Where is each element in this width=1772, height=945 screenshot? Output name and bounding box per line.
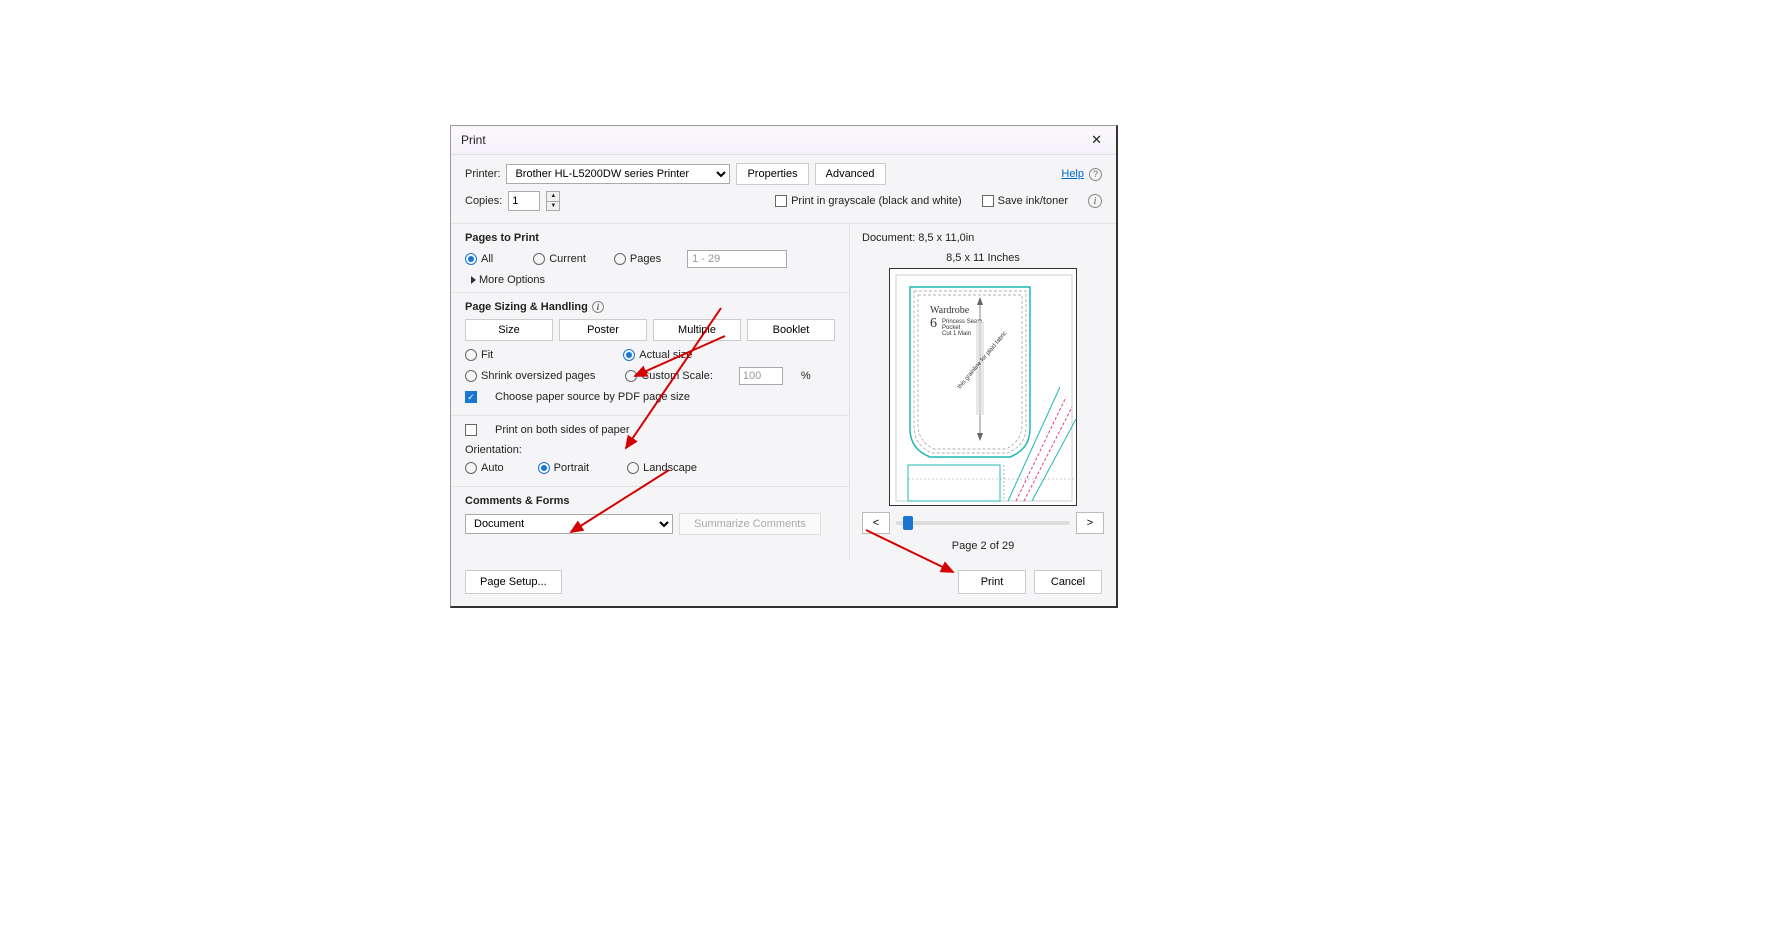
actual-size-radio[interactable]	[623, 349, 635, 361]
custom-scale-radio[interactable]	[625, 370, 637, 382]
fit-label: Fit	[481, 349, 493, 361]
pages-label: Pages	[630, 253, 661, 265]
comments-forms-title: Comments & Forms	[465, 495, 835, 507]
page-counter: Page 2 of 29	[862, 540, 1104, 552]
preview-size-label: 8,5 x 11 Inches	[862, 252, 1104, 264]
grayscale-checkbox[interactable]	[775, 195, 787, 207]
auto-radio[interactable]	[465, 462, 477, 474]
landscape-radio[interactable]	[627, 462, 639, 474]
all-radio[interactable]	[465, 253, 477, 265]
both-sides-label: Print on both sides of paper	[495, 424, 630, 436]
dialog-title: Print	[461, 133, 486, 147]
save-ink-label: Save ink/toner	[998, 195, 1068, 207]
shrink-radio[interactable]	[465, 370, 477, 382]
both-sides-checkbox[interactable]	[465, 424, 477, 436]
preview-panel: Document: 8,5 x 11,0in 8,5 x 11 Inches W…	[849, 224, 1116, 560]
portrait-radio[interactable]	[538, 462, 550, 474]
pages-to-print-section: Pages to Print All Current Pages	[451, 224, 849, 293]
printer-select[interactable]: Brother HL-L5200DW series Printer	[506, 164, 730, 184]
svg-text:6: 6	[930, 316, 937, 331]
grayscale-label: Print in grayscale (black and white)	[791, 195, 962, 207]
help-icon[interactable]: ?	[1089, 168, 1102, 181]
svg-text:Cut 1 Main: Cut 1 Main	[942, 331, 971, 337]
preview-next-button[interactable]: >	[1076, 512, 1104, 534]
info-icon[interactable]: i	[592, 301, 604, 313]
preview-prev-button[interactable]: <	[862, 512, 890, 534]
orientation-title: Orientation:	[465, 444, 835, 456]
properties-button[interactable]: Properties	[736, 163, 808, 185]
advanced-button[interactable]: Advanced	[815, 163, 886, 185]
print-dialog: Print ✕ Printer: Brother HL-L5200DW seri…	[450, 125, 1118, 608]
spinner-down-icon[interactable]: ▼	[547, 202, 559, 211]
save-ink-checkbox[interactable]	[982, 195, 994, 207]
page-setup-button[interactable]: Page Setup...	[465, 570, 562, 594]
print-button[interactable]: Print	[958, 570, 1026, 594]
titlebar: Print ✕	[451, 126, 1116, 155]
pages-radio[interactable]	[614, 253, 626, 265]
document-size-label: Document: 8,5 x 11,0in	[862, 232, 1104, 244]
multiple-tab[interactable]: Multiple	[653, 319, 741, 341]
custom-scale-label: Custom Scale:	[641, 370, 713, 382]
pages-to-print-title: Pages to Print	[465, 232, 835, 244]
svg-text:Wardrobe: Wardrobe	[930, 305, 970, 316]
choose-paper-label: Choose paper source by PDF page size	[495, 391, 690, 403]
preview-slider[interactable]	[896, 521, 1070, 525]
percent-label: %	[801, 370, 811, 382]
shrink-label: Shrink oversized pages	[481, 370, 595, 382]
current-radio[interactable]	[533, 253, 545, 265]
all-label: All	[481, 253, 493, 265]
header-section: Printer: Brother HL-L5200DW series Print…	[451, 155, 1116, 224]
auto-label: Auto	[481, 462, 504, 474]
spinner-up-icon[interactable]: ▲	[547, 192, 559, 202]
copies-spinner[interactable]: ▲ ▼	[546, 191, 560, 211]
size-tab[interactable]: Size	[465, 319, 553, 341]
more-options-label: More Options	[479, 274, 545, 286]
printer-label: Printer:	[465, 168, 500, 180]
more-options-toggle[interactable]: More Options	[471, 274, 835, 286]
orientation-section: Print on both sides of paper Orientation…	[451, 416, 849, 487]
slider-thumb[interactable]	[903, 516, 913, 530]
help-link[interactable]: Help	[1061, 168, 1084, 180]
copies-label: Copies:	[465, 195, 502, 207]
booklet-tab[interactable]: Booklet	[747, 319, 835, 341]
cancel-button[interactable]: Cancel	[1034, 570, 1102, 594]
page-sizing-section: Page Sizing & Handling i Size Poster Mul…	[451, 293, 849, 416]
copies-input[interactable]	[508, 191, 540, 211]
poster-tab[interactable]: Poster	[559, 319, 647, 341]
custom-scale-input[interactable]	[739, 367, 783, 385]
comments-forms-section: Comments & Forms Document Summarize Comm…	[451, 487, 849, 547]
page-sizing-title: Page Sizing & Handling	[465, 301, 588, 313]
triangle-right-icon	[471, 276, 476, 284]
summarize-comments-button[interactable]: Summarize Comments	[679, 513, 821, 535]
close-icon[interactable]: ✕	[1087, 132, 1106, 148]
fit-radio[interactable]	[465, 349, 477, 361]
portrait-label: Portrait	[554, 462, 589, 474]
preview-thumbnail: Wardrobe 6 Princess Seam Pocket Cut 1 Ma…	[889, 268, 1077, 506]
landscape-label: Landscape	[643, 462, 697, 474]
dialog-footer: Page Setup... Print Cancel	[451, 560, 1116, 606]
info-icon[interactable]: i	[1088, 194, 1102, 208]
choose-paper-checkbox[interactable]: ✓	[465, 391, 477, 403]
comments-forms-select[interactable]: Document	[465, 514, 673, 534]
current-label: Current	[549, 253, 586, 265]
pages-range-input[interactable]	[687, 250, 787, 268]
actual-size-label: Actual size	[639, 349, 692, 361]
